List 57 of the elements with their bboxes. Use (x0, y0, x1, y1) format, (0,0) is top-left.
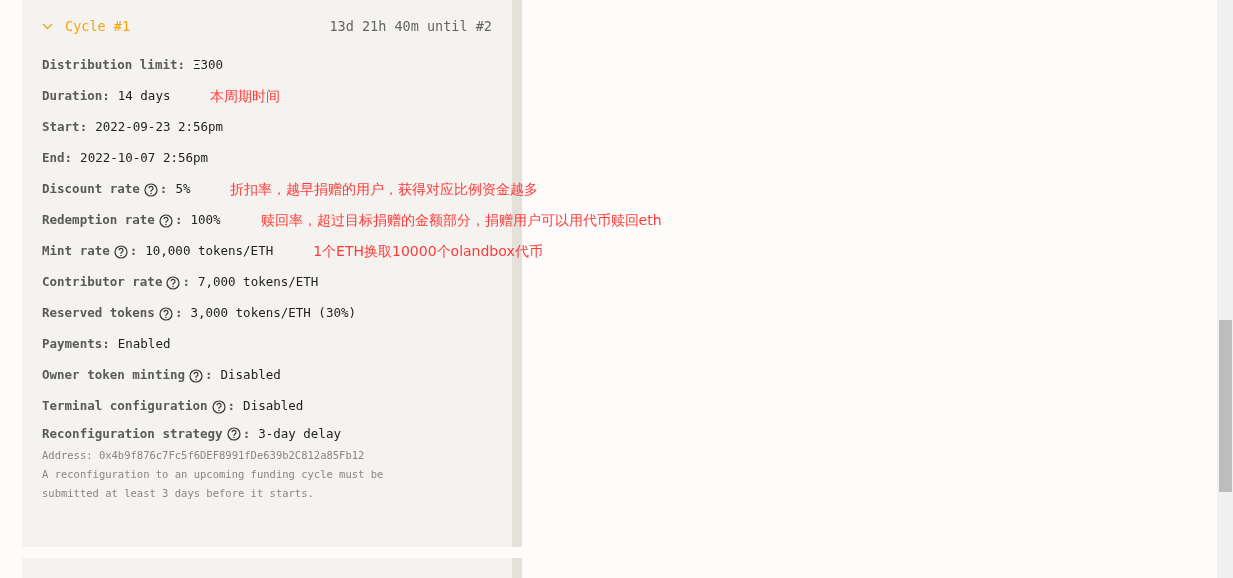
help-icon[interactable] (166, 275, 181, 290)
colon: : (102, 335, 110, 354)
detail-value: 3,000 tokens/ETH (30%) (190, 304, 356, 323)
colon: : (79, 118, 88, 137)
note-text: A reconfiguration to an upcoming funding cycle must be submitted at least 3 days before it starts. (42, 467, 385, 501)
detail-label: Discount rate (42, 180, 140, 199)
colon: : (227, 397, 236, 416)
detail-label: Duration (42, 87, 103, 106)
help-icon[interactable] (211, 399, 226, 414)
detail-label: Owner token minting (42, 366, 185, 385)
colon: : (174, 211, 183, 230)
detail-label: Reserved tokens (42, 304, 155, 323)
colon: : (205, 366, 213, 385)
help-icon[interactable] (143, 182, 158, 197)
help-icon[interactable] (189, 368, 203, 383)
detail-value: 10,000 tokens/ETH (145, 242, 274, 261)
detail-value: 14 days (117, 87, 171, 106)
colon: : (159, 180, 168, 199)
colon: : (182, 273, 190, 292)
address-text: Address: 0x4b9f876c7Fc5f6DEF8991fDe639b2C812a85Fb12 (42, 448, 366, 463)
detail-value: 2022-09-23 2:56pm (95, 118, 224, 137)
colon: : (177, 56, 185, 75)
detail-value: 5% (175, 180, 191, 199)
detail-label: Redemption rate (42, 211, 155, 230)
detail-value: 2022-10-07 2:56pm (80, 149, 209, 168)
countdown: 13d 21h 40m until #2 (329, 16, 492, 36)
annotation-text: 折扣率，越早捐赠的用户，获得对应比例资金越多 (230, 180, 539, 199)
detail-value: Disabled (243, 397, 304, 416)
colon: : (102, 87, 110, 106)
colon: : (129, 242, 138, 261)
annotation-text: 1个ETH换取10000个olandbox代币 (313, 242, 543, 261)
detail-value: Enabled (117, 335, 171, 354)
detail-label: Terminal configuration (42, 397, 208, 416)
detail-value: Ξ300 (193, 56, 224, 75)
colon: : (174, 304, 183, 323)
scrollbar-thumb[interactable] (1219, 320, 1232, 492)
annotation-text: 赎回率，超过目标捐赠的金额部分，捐赠用户可以用代币赎回eth (260, 211, 662, 230)
cycle-title[interactable]: Cycle #1 (65, 15, 131, 37)
detail-label: Payments (42, 335, 103, 354)
detail-label: Contributor rate (42, 273, 163, 292)
detail-label: Start (42, 118, 80, 137)
help-icon[interactable] (113, 244, 128, 259)
help-icon[interactable] (158, 306, 173, 321)
colon: : (242, 424, 251, 443)
detail-value: Disabled (220, 366, 281, 385)
colon: : (64, 149, 73, 168)
detail-label: Distribution limit (42, 56, 178, 75)
scrollbar[interactable] (1217, 0, 1233, 578)
detail-label: End (42, 149, 65, 168)
detail-label: Reconfiguration strategy (42, 424, 223, 443)
detail-value: 3-day delay (258, 424, 341, 443)
help-icon[interactable] (226, 427, 241, 441)
detail-value: 7,000 tokens/ETH (197, 273, 319, 292)
help-icon[interactable] (158, 213, 173, 228)
annotation-text: 本周期时间 (210, 87, 281, 106)
detail-value: 100% (190, 211, 221, 230)
detail-label: Mint rate (42, 242, 110, 261)
